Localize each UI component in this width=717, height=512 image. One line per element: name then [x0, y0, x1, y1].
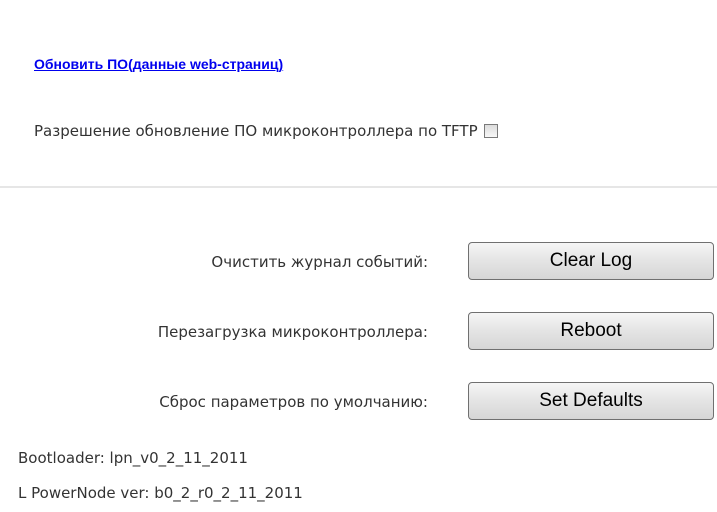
- tftp-update-permission-checkbox[interactable]: [483, 124, 498, 138]
- set-defaults-button[interactable]: Set Defaults: [468, 382, 714, 420]
- clear-log-label: Очистить журнал событий:: [211, 253, 428, 271]
- reboot-button[interactable]: Reboot: [468, 312, 714, 350]
- set-defaults-label: Сброс параметров по умолчанию:: [159, 393, 428, 411]
- update-firmware-web-pages-link[interactable]: Обновить ПО(данные web-страниц): [34, 56, 283, 72]
- powernode-version-text: L PowerNode ver: b0_2_r0_2_11_2011: [18, 484, 303, 502]
- clear-log-button[interactable]: Clear Log: [468, 242, 714, 280]
- tftp-update-permission-row: Разрешение обновление ПО микроконтроллер…: [34, 118, 498, 144]
- settings-page: { "firmware": { "update_link_label": "Об…: [0, 0, 717, 512]
- reboot-label: Перезагрузка микроконтроллера:: [157, 323, 428, 341]
- bootloader-version-text: Bootloader: lpn_v0_2_11_2011: [18, 449, 248, 467]
- tftp-update-permission-label: Разрешение обновление ПО микроконтроллер…: [34, 122, 478, 140]
- set-defaults-row: Сброс параметров по умолчанию: Set Defau…: [0, 381, 717, 423]
- clear-log-row: Очистить журнал событий: Clear Log: [0, 241, 717, 283]
- section-divider: [0, 186, 717, 188]
- reboot-row: Перезагрузка микроконтроллера: Reboot: [0, 311, 717, 353]
